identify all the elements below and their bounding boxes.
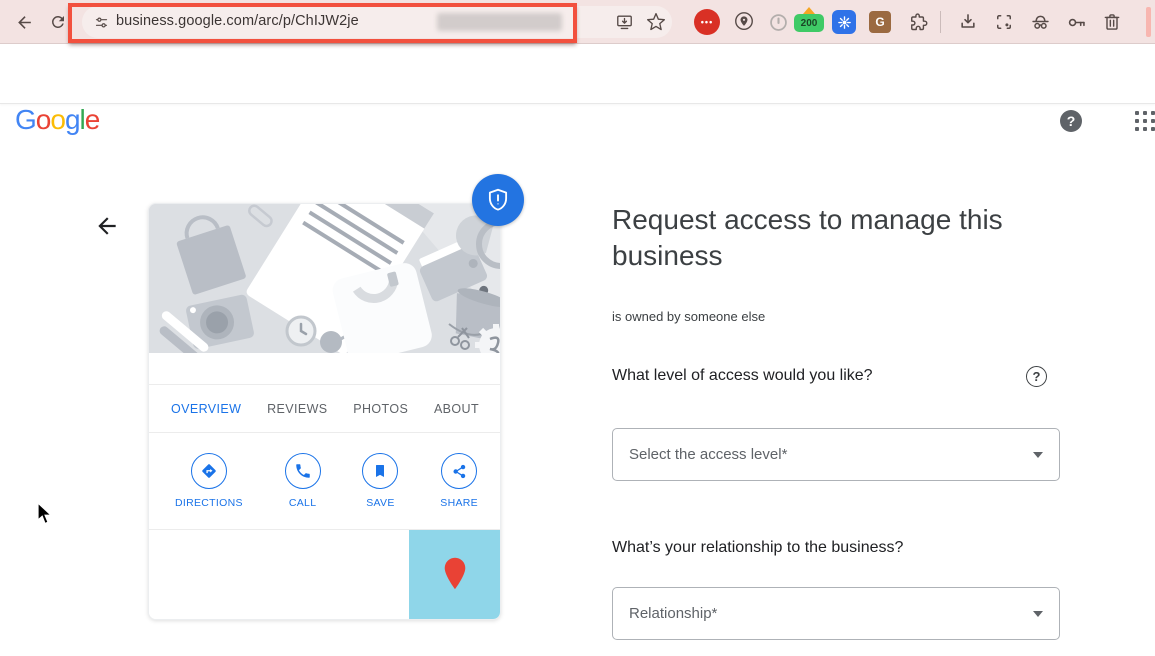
right-edge-annotation bbox=[1146, 7, 1151, 37]
extensions-puzzle-icon[interactable] bbox=[902, 6, 934, 38]
toolbar-separator bbox=[940, 11, 941, 33]
directions-button[interactable]: DIRECTIONS bbox=[175, 453, 243, 509]
business-preview-card: OVERVIEW REVIEWS PHOTOS ABOUT DIRECTIONS… bbox=[148, 203, 501, 620]
relationship-placeholder: Relationship* bbox=[629, 605, 1033, 622]
relationship-question: What’s your relationship to the business… bbox=[612, 539, 903, 557]
owner-note: is owned by someone else bbox=[612, 309, 765, 324]
access-level-dropdown[interactable]: Select the access level* bbox=[612, 428, 1060, 481]
access-level-question: What level of access would you like? bbox=[612, 367, 873, 385]
call-icon bbox=[285, 453, 321, 489]
google-page-header: Google ? bbox=[0, 44, 1155, 104]
browser-back-icon[interactable] bbox=[8, 6, 40, 38]
tab-overview[interactable]: OVERVIEW bbox=[171, 402, 241, 416]
map-preview bbox=[149, 530, 500, 620]
tab-photos[interactable]: PHOTOS bbox=[353, 402, 408, 416]
tab-about[interactable]: ABOUT bbox=[434, 402, 479, 416]
share-icon bbox=[441, 453, 477, 489]
save-button[interactable]: SAVE bbox=[362, 453, 398, 509]
business-actions: DIRECTIONS CALL SAVE SHARE bbox=[149, 433, 500, 530]
password-key-icon[interactable] bbox=[1060, 6, 1092, 38]
tab-reviews[interactable]: REVIEWS bbox=[267, 402, 327, 416]
google-logo: Google bbox=[15, 104, 99, 136]
bookmark-star-icon[interactable] bbox=[640, 6, 672, 38]
directions-icon bbox=[191, 453, 227, 489]
trash-icon[interactable] bbox=[1096, 6, 1128, 38]
chevron-down-icon bbox=[1033, 611, 1043, 617]
power-extension-icon[interactable] bbox=[762, 6, 794, 38]
relationship-dropdown[interactable]: Relationship* bbox=[612, 587, 1060, 640]
map-pin-icon bbox=[442, 556, 468, 592]
gear-extension-icon[interactable] bbox=[832, 10, 856, 34]
page-back-arrow[interactable] bbox=[94, 213, 120, 239]
location-extension-icon[interactable] bbox=[728, 6, 760, 38]
g-extension-icon[interactable]: G bbox=[869, 11, 891, 33]
save-bookmark-icon bbox=[362, 453, 398, 489]
screen-capture-icon[interactable] bbox=[988, 6, 1020, 38]
access-level-placeholder: Select the access level* bbox=[629, 446, 1033, 463]
mouse-cursor bbox=[36, 502, 54, 526]
incognito-spy-icon[interactable] bbox=[1024, 6, 1056, 38]
install-app-icon[interactable] bbox=[608, 6, 640, 38]
downloads-icon[interactable] bbox=[952, 6, 984, 38]
url-highlight-annotation bbox=[68, 3, 577, 43]
password-manager-extension-icon[interactable]: ••• bbox=[694, 9, 720, 35]
business-cover-illustration bbox=[149, 204, 500, 353]
google-apps-grid-icon[interactable] bbox=[1135, 111, 1155, 131]
map-water-area bbox=[409, 530, 500, 620]
shield-alert-badge-icon bbox=[472, 174, 524, 226]
chevron-down-icon bbox=[1033, 452, 1043, 458]
points-extension-crown-icon bbox=[803, 7, 815, 14]
call-button[interactable]: CALL bbox=[285, 453, 321, 509]
page-title: Request access to manage this business bbox=[612, 202, 1072, 274]
business-name-row bbox=[149, 353, 500, 385]
share-button[interactable]: SHARE bbox=[440, 453, 478, 509]
help-icon[interactable]: ? bbox=[1060, 110, 1082, 132]
access-help-icon[interactable]: ? bbox=[1026, 366, 1047, 387]
business-tabs: OVERVIEW REVIEWS PHOTOS ABOUT bbox=[149, 385, 500, 433]
points-extension-icon[interactable]: 200 bbox=[794, 14, 824, 32]
